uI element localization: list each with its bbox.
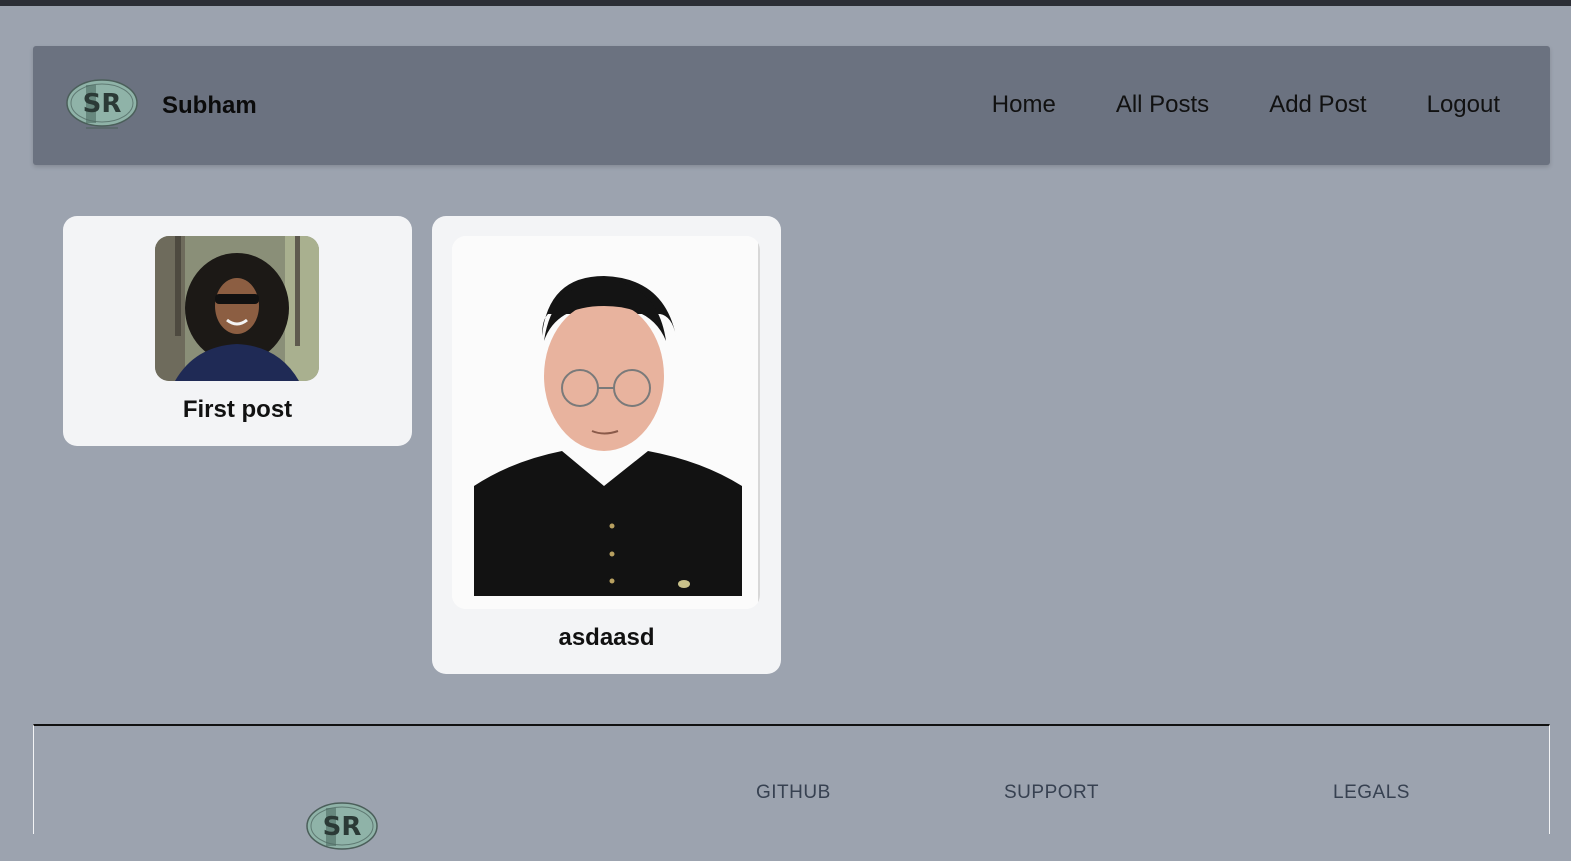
post-image [452, 236, 760, 609]
svg-text:SR: SR [323, 812, 362, 842]
post-image [155, 236, 319, 381]
footer-heading-github: GITHUB [756, 782, 831, 803]
nav-logout[interactable]: Logout [1427, 91, 1500, 119]
post-card[interactable]: asdaasd [432, 216, 781, 674]
svg-text:SR: SR [83, 89, 122, 119]
footer-heading-support: SUPPORT [1004, 782, 1100, 803]
top-bar [0, 0, 1571, 6]
brand-name[interactable]: Subham [162, 92, 257, 120]
nav-all-posts[interactable]: All Posts [1116, 91, 1209, 119]
footer-logo[interactable]: SR [306, 800, 378, 856]
nav-home[interactable]: Home [992, 91, 1056, 119]
nav-add-post[interactable]: Add Post [1269, 91, 1366, 119]
main-nav: Home All Posts Add Post Logout [992, 91, 1500, 119]
site-logo[interactable]: SR [66, 77, 138, 133]
post-title[interactable]: asdaasd [432, 624, 781, 652]
footer-heading-legals: LEGALS [1333, 782, 1410, 803]
site-header: SR Subham Home All Posts Add Post Logout [33, 46, 1550, 165]
post-title[interactable]: First post [63, 396, 412, 424]
site-footer: SR GITHUB SUPPORT LEGALS [33, 724, 1550, 850]
post-card[interactable]: First post [63, 216, 412, 446]
